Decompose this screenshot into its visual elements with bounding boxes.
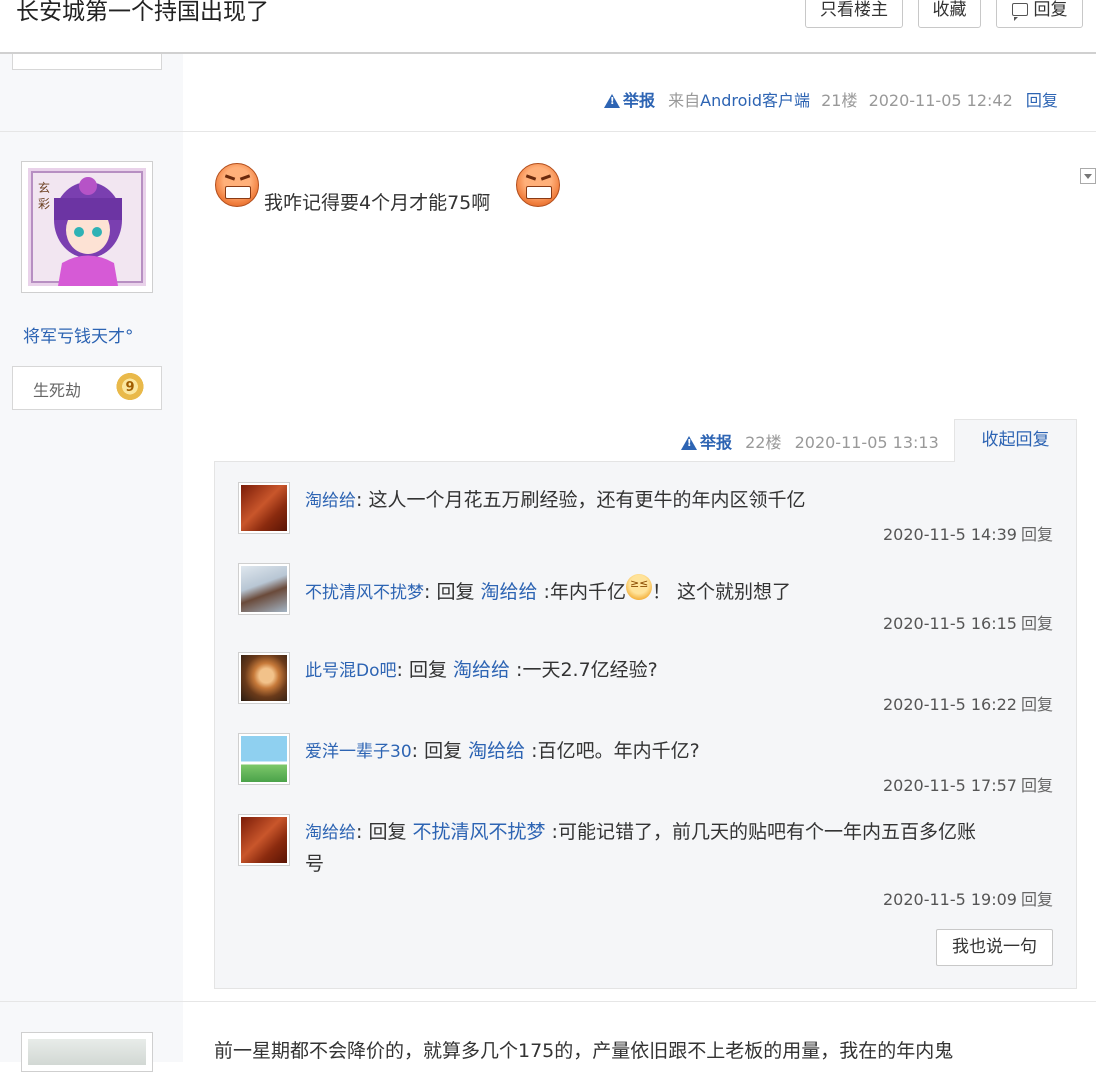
grin-emoji-icon bbox=[625, 574, 652, 600]
warning-icon bbox=[604, 94, 620, 108]
post22-tail: 举报 22楼 2020-11-05 13:13 bbox=[681, 429, 939, 453]
floor-number: 22楼 bbox=[745, 433, 782, 452]
reply-avatar[interactable] bbox=[238, 733, 290, 785]
thread-header: 长安城第一个持国出现了 只看楼主 收藏 回复 bbox=[0, 0, 1096, 54]
reply-line-continued: 号 bbox=[305, 853, 325, 875]
warning-icon bbox=[681, 436, 697, 450]
reply-avatar[interactable] bbox=[238, 814, 290, 866]
reply-mention[interactable]: 淘给给 bbox=[480, 581, 537, 603]
reply-text: :年内千亿 bbox=[537, 581, 626, 603]
add-comment-button[interactable]: 我也说一句 bbox=[936, 929, 1053, 966]
post-time: 2020-11-05 12:42 bbox=[868, 91, 1013, 110]
anime-girl-avatar-image: 玄 彩 bbox=[28, 168, 146, 286]
reply-username[interactable]: 爱洋一辈子30 bbox=[305, 742, 412, 762]
reply-text: :百亿吧。年内千亿? bbox=[525, 740, 700, 762]
client-source: 来自Android客户端 bbox=[668, 91, 810, 110]
avatar-image bbox=[241, 817, 287, 863]
reply-meta: 2020-11-5 16:22 回复 bbox=[883, 691, 1053, 715]
reply-avatar[interactable] bbox=[238, 652, 290, 704]
reply-line: 淘给给: 回复 不扰清风不扰梦 :可能记错了，前几天的贴吧有个一年内五百多亿账 bbox=[305, 821, 976, 843]
reply-to-button[interactable]: 回复 bbox=[1021, 695, 1053, 714]
reply-time: 2020-11-5 19:09 bbox=[882, 890, 1017, 909]
angry-face-emoji-icon bbox=[516, 163, 560, 207]
report-link[interactable]: 举报 bbox=[604, 91, 655, 110]
reply-to-button[interactable]: 回复 bbox=[1021, 776, 1053, 795]
reply-username[interactable]: 不扰清风不扰梦 bbox=[305, 583, 424, 603]
report-link[interactable]: 举报 bbox=[681, 433, 732, 452]
favorite-label: 收藏 bbox=[932, 0, 967, 20]
reply-username[interactable]: 淘给给 bbox=[305, 491, 356, 511]
reply-mention[interactable]: 不扰清风不扰梦 bbox=[412, 821, 545, 843]
only-op-button[interactable]: 只看楼主 bbox=[805, 0, 903, 28]
reply-mention[interactable]: 淘给给 bbox=[468, 740, 525, 762]
post-content: 前一星期都不会降价的，就算多几个175的，产量依旧跟不上老板的用量，我在的年内鬼 bbox=[214, 1040, 954, 1062]
reply-time: 2020-11-5 16:15 bbox=[882, 614, 1017, 633]
level-star-icon: 9 bbox=[112, 364, 145, 403]
angry-face-emoji-icon bbox=[215, 163, 259, 207]
reply-link[interactable]: 回复 bbox=[1026, 91, 1058, 110]
favorite-button[interactable]: 收藏 bbox=[918, 0, 981, 28]
avatar-image bbox=[241, 655, 287, 701]
collapse-replies-button[interactable]: 收起回复 bbox=[954, 419, 1077, 462]
level-badge[interactable]: 生死劫 9 bbox=[12, 364, 162, 410]
avatar-image bbox=[241, 566, 287, 612]
post21-tail: 举报 来自Android客户端 21楼 2020-11-05 12:42 回复 bbox=[604, 87, 1058, 111]
reply-line: 淘给给: 这人一个月花五万刷经验，还有更牛的年内区领千亿 bbox=[305, 485, 805, 512]
reply-text: : 这人一个月花五万刷经验，还有更牛的年内区领千亿 bbox=[356, 489, 806, 511]
reply-meta: 2020-11-5 14:39 回复 bbox=[883, 521, 1053, 545]
reply-text: :可能记错了，前几天的贴吧有个一年内五百多亿账 bbox=[545, 821, 976, 843]
reply-text-tail: ！ 这个就别想了 bbox=[651, 581, 791, 603]
only-op-label: 只看楼主 bbox=[820, 0, 888, 20]
comment-icon bbox=[1011, 3, 1028, 21]
post-time: 2020-11-05 13:13 bbox=[794, 433, 939, 452]
reply-username[interactable]: 淘给给 bbox=[305, 823, 356, 843]
reply-meta: 2020-11-5 19:09 回复 bbox=[883, 886, 1053, 910]
reply-avatar[interactable] bbox=[238, 482, 290, 534]
reply-meta: 2020-11-5 17:57 回复 bbox=[883, 772, 1053, 796]
reply-time: 2020-11-5 17:57 bbox=[882, 776, 1017, 795]
reply-time: 2020-11-5 16:22 bbox=[882, 695, 1017, 714]
reply-text: :一天2.7亿经验? bbox=[510, 659, 658, 681]
post-content: 我咋记得要4个月才能75啊 bbox=[264, 192, 491, 214]
thread-title: 长安城第一个持国出现了 bbox=[16, 0, 269, 25]
reply-line: 不扰清风不扰梦: 回复 淘给给 :年内千亿！ 这个就别想了 bbox=[305, 574, 791, 604]
reply-line: 此号混Do吧: 回复 淘给给 :一天2.7亿经验? bbox=[305, 659, 658, 681]
floor-number: 21楼 bbox=[821, 91, 858, 110]
reply-button[interactable]: 回复 bbox=[996, 0, 1083, 28]
level-title: 生死劫 bbox=[33, 381, 82, 400]
avatar-image bbox=[241, 485, 287, 531]
reply-to-button[interactable]: 回复 bbox=[1021, 614, 1053, 633]
reply-line: 爱洋一辈子30: 回复 淘给给 :百亿吧。年内千亿? bbox=[305, 740, 700, 762]
author-avatar[interactable]: 玄 彩 bbox=[21, 161, 153, 293]
level-number: 9 bbox=[125, 380, 135, 395]
avatar-image bbox=[241, 736, 287, 782]
reply-to-button[interactable]: 回复 bbox=[1021, 525, 1053, 544]
reply-mention[interactable]: 淘给给 bbox=[453, 659, 510, 681]
svg-text:彩: 彩 bbox=[38, 197, 50, 211]
reply-time: 2020-11-5 14:39 bbox=[882, 525, 1017, 544]
reply-username[interactable]: 此号混Do吧 bbox=[305, 661, 397, 681]
reply-meta: 2020-11-5 16:15 回复 bbox=[883, 610, 1053, 634]
reply-avatar[interactable] bbox=[238, 563, 290, 615]
reply-to-button[interactable]: 回复 bbox=[1021, 890, 1053, 909]
reply-label: 回复 bbox=[1033, 0, 1068, 20]
avatar-image bbox=[28, 1039, 146, 1065]
svg-text:玄: 玄 bbox=[38, 180, 50, 195]
post-menu-dropdown-icon[interactable] bbox=[1080, 168, 1096, 184]
author-avatar[interactable] bbox=[21, 1032, 153, 1072]
author-name[interactable]: 将军亏钱天才° bbox=[23, 322, 134, 347]
